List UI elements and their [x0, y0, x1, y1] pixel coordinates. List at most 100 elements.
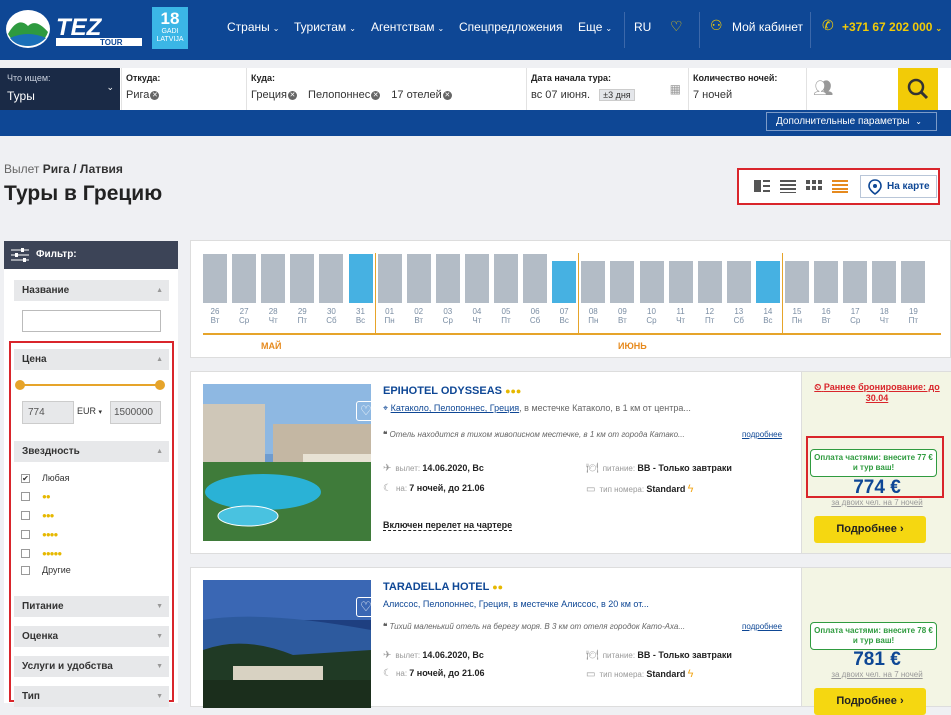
favorites-heart-icon[interactable]: ♡: [670, 18, 683, 35]
calendar-day-bar[interactable]: [523, 254, 548, 303]
calendar-day-label[interactable]: 02 Вт: [407, 307, 431, 325]
filter-rating-section[interactable]: Оценка ▼: [14, 626, 169, 647]
calendar-day-bar[interactable]: [203, 254, 227, 303]
calendar-day-label[interactable]: 19 Пт: [901, 307, 925, 325]
early-booking-label[interactable]: ⏲ Раннее бронирование: до 30.04: [802, 382, 951, 404]
nights-field[interactable]: Количество ночей: 7 ночей: [688, 68, 805, 110]
calendar-day-bar[interactable]: [755, 261, 780, 303]
remove-icon[interactable]: ✕: [371, 91, 381, 100]
calendar-day-label[interactable]: 08 Пн: [581, 307, 605, 325]
price-min-input[interactable]: 774: [22, 401, 74, 424]
calendar-day-bar[interactable]: [726, 261, 751, 303]
checkbox-stars-5[interactable]: [21, 549, 30, 558]
installment-badge[interactable]: Оплата частями: внесите 77 € и тур ваш!: [810, 449, 937, 477]
grid-view-icon[interactable]: [806, 179, 822, 193]
calendar-day-label[interactable]: 27 Ср: [232, 307, 256, 325]
calendar-day-bar[interactable]: [377, 254, 402, 303]
search-type-select[interactable]: Что ищем: Туры ⌄: [0, 68, 120, 110]
calendar-day-label[interactable]: 12 Пт: [698, 307, 722, 325]
filter-name-section[interactable]: Название ▲: [14, 280, 169, 301]
destination-field[interactable]: Куда: Греция ✕ Пелопоннес ✕ 17 отелей ✕: [246, 68, 525, 110]
phone-number[interactable]: +371 67 202 000 ⌄: [842, 20, 942, 34]
currency-select[interactable]: EUR ▾: [77, 406, 102, 416]
calendar-day-label[interactable]: 01 Пн: [378, 307, 402, 325]
hotel-photo[interactable]: ♡: [203, 384, 376, 541]
remove-icon[interactable]: ✕: [150, 91, 160, 100]
hotel-location-link[interactable]: Катаколо, Пелопоннес, Греция: [391, 403, 520, 413]
calendar-day-bar[interactable]: [668, 261, 693, 303]
travelers-field[interactable]: 👥︎: [806, 68, 898, 110]
calendar-day-bar[interactable]: [785, 261, 809, 303]
calendar-day-label[interactable]: 04 Чт: [465, 307, 489, 325]
calendar-day-label[interactable]: 09 Вт: [610, 307, 634, 325]
details-button[interactable]: Подробнее ›: [814, 516, 926, 543]
remove-icon[interactable]: ✕: [442, 91, 452, 100]
calendar-day-label[interactable]: 29 Пт: [290, 307, 314, 325]
hotel-name[interactable]: EPIHOTEL ODYSSEAS ●●●: [383, 385, 521, 397]
nav-countries[interactable]: Страны ⌄: [227, 20, 279, 34]
calendar-icon[interactable]: ▦: [670, 82, 681, 96]
price-max-input[interactable]: 1500000: [110, 401, 161, 424]
tez-tour-logo[interactable]: TEZ TOUR: [4, 8, 148, 50]
calendar-day-label[interactable]: 05 Пт: [494, 307, 518, 325]
filter-services-section[interactable]: Услуги и удобства ▼: [14, 656, 169, 677]
calendar-day-label[interactable]: 31 Вс: [349, 307, 373, 325]
calendar-day-bar[interactable]: [290, 254, 315, 303]
date-flex-badge[interactable]: ±3 дня: [599, 89, 635, 101]
calendar-day-bar[interactable]: [581, 261, 606, 303]
table-view-icon[interactable]: [832, 179, 848, 193]
installment-badge[interactable]: Оплата частями: внесите 78 € и тур ваш!: [810, 622, 937, 650]
checkbox-stars-4[interactable]: [21, 530, 30, 539]
map-view-button[interactable]: На карте: [860, 175, 937, 198]
hotel-photo[interactable]: ♡: [203, 580, 376, 708]
more-link[interactable]: подробнее: [742, 430, 782, 439]
calendar-day-label[interactable]: 13 Сб: [727, 307, 751, 325]
calendar-day-bar[interactable]: [814, 261, 839, 303]
calendar-day-label[interactable]: 10 Ср: [640, 307, 664, 325]
more-link[interactable]: подробнее: [742, 622, 782, 631]
start-date-field[interactable]: Дата начала тура: вс 07 июня. ±3 дня ▦: [526, 68, 687, 110]
calendar-day-label[interactable]: 06 Сб: [523, 307, 547, 325]
departure-field[interactable]: Откуда: Рига ✕: [121, 68, 245, 110]
calendar-day-label[interactable]: 28 Чт: [261, 307, 285, 325]
calendar-day-bar[interactable]: [319, 254, 344, 303]
calendar-day-label[interactable]: 26 Вт: [203, 307, 227, 325]
details-button[interactable]: Подробнее ›: [814, 688, 926, 715]
calendar-day-label[interactable]: 11 Чт: [669, 307, 693, 325]
nav-tourists[interactable]: Туристам ⌄: [294, 20, 356, 34]
calendar-day-label[interactable]: 17 Ср: [843, 307, 867, 325]
calendar-day-bar[interactable]: [697, 261, 722, 303]
checkbox-stars-2[interactable]: [21, 492, 30, 501]
filter-stars-section[interactable]: Звездность ▲: [14, 441, 169, 462]
filter-price-section[interactable]: Цена ▲: [14, 349, 169, 370]
calendar-day-bar[interactable]: [872, 261, 897, 303]
calendar-day-bar[interactable]: [639, 261, 664, 303]
calendar-day-label[interactable]: 14 Вс: [756, 307, 780, 325]
calendar-day-label[interactable]: 07 Вс: [552, 307, 576, 325]
calendar-day-label[interactable]: 15 Пн: [785, 307, 809, 325]
hotel-name[interactable]: TARADELLA HOTEL ●●: [383, 581, 503, 593]
checkbox-stars-other[interactable]: [21, 566, 30, 575]
calendar-day-bar[interactable]: [843, 261, 868, 303]
calendar-day-bar[interactable]: [348, 254, 373, 303]
nav-agencies[interactable]: Агентствам ⌄: [371, 20, 444, 34]
calendar-day-label[interactable]: 03 Ср: [436, 307, 460, 325]
nav-more[interactable]: Еще ⌄: [578, 20, 612, 34]
favorite-heart-icon[interactable]: ♡: [356, 597, 376, 617]
calendar-day-bar[interactable]: [435, 254, 460, 303]
calendar-day-bar[interactable]: [464, 254, 489, 303]
calendar-day-bar[interactable]: [261, 254, 286, 303]
hotel-name-input[interactable]: [22, 310, 161, 332]
my-account-link[interactable]: Мой кабинет: [732, 20, 803, 34]
checkbox-stars-3[interactable]: [21, 511, 30, 520]
calendar-day-bar[interactable]: [494, 254, 518, 303]
calendar-day-bar[interactable]: [406, 254, 431, 303]
filter-meal-section[interactable]: Питание ▼: [14, 596, 169, 617]
search-button[interactable]: [898, 68, 938, 110]
price-slider-max-handle[interactable]: [155, 380, 165, 390]
calendar-day-bar[interactable]: [901, 261, 926, 303]
nav-special-offers[interactable]: Спецпредложения: [459, 20, 563, 34]
calendar-day-label[interactable]: 16 Вт: [814, 307, 838, 325]
favorite-heart-icon[interactable]: ♡: [356, 401, 376, 421]
calendar-day-bar[interactable]: [610, 261, 635, 303]
